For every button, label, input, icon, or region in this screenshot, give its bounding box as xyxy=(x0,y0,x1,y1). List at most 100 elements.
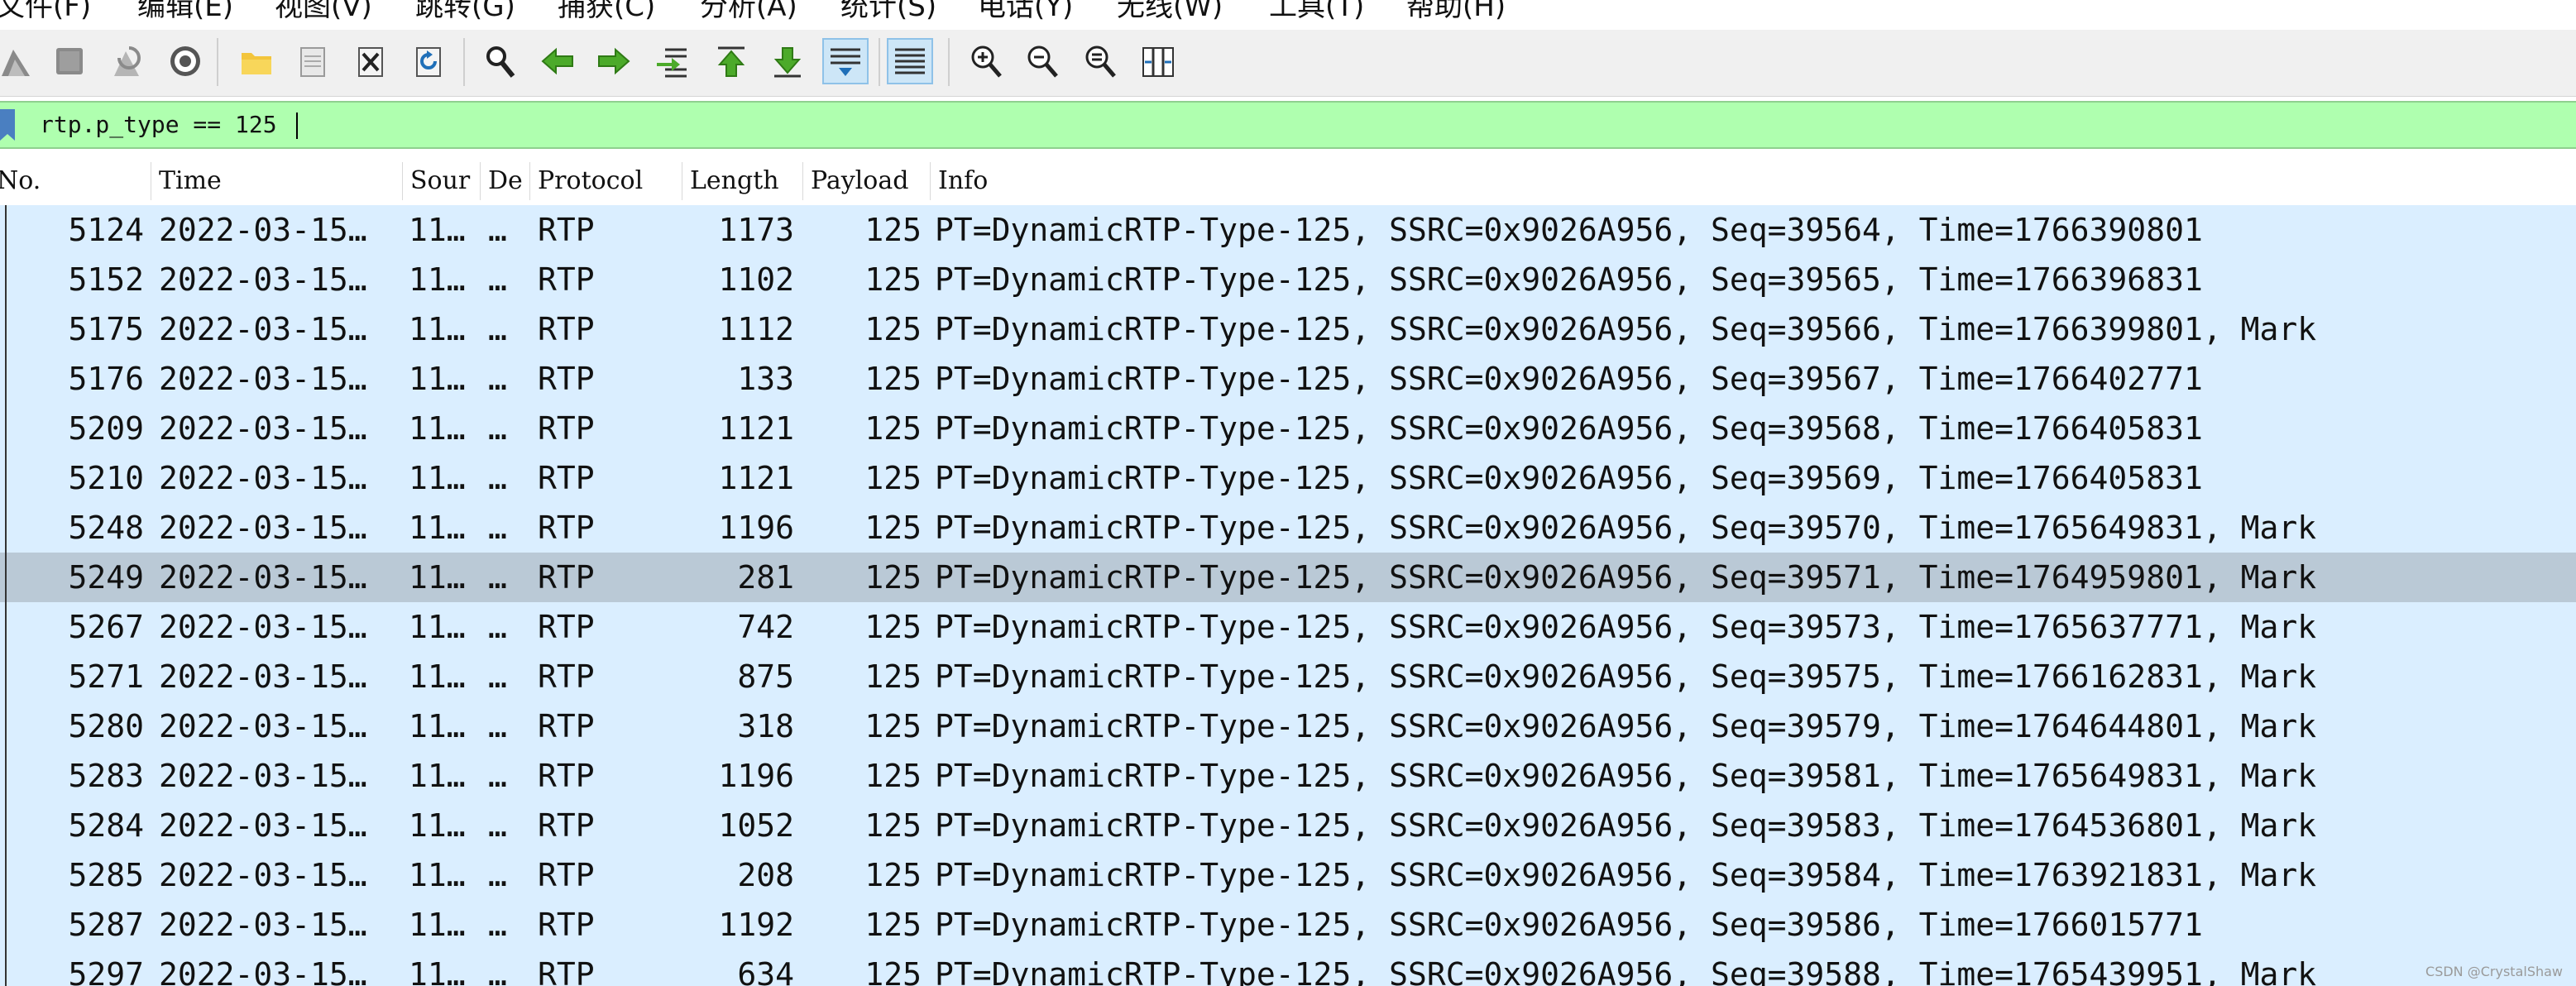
column-header-length[interactable]: Length xyxy=(682,157,802,205)
restart-fin-icon[interactable] xyxy=(103,38,149,84)
packet-no: 5280 xyxy=(68,708,144,744)
packet-row[interactable]: 5124 2022-03-15… 11… … RTP 1173 125 PT=D… xyxy=(0,205,2576,255)
bookmark-icon[interactable] xyxy=(0,109,17,141)
packet-length: 1196 xyxy=(718,510,794,546)
packet-row-selected[interactable]: 5249 2022-03-15… 11… … RTP 281 125 PT=Dy… xyxy=(0,553,2576,602)
packet-length: 1196 xyxy=(718,758,794,794)
packet-protocol: RTP xyxy=(538,609,595,645)
packet-row[interactable]: 5283 2022-03-15… 11… … RTP 1196 125 PT=D… xyxy=(0,751,2576,801)
packet-source: 11… xyxy=(409,410,466,447)
packet-info: PT=DynamicRTP-Type-125, SSRC=0x9026A956,… xyxy=(935,410,2203,447)
column-header-time[interactable]: Time xyxy=(151,157,402,205)
packet-time: 2022-03-15… xyxy=(159,460,367,496)
packet-no: 5176 xyxy=(68,361,144,397)
packet-payload: 125 xyxy=(864,956,922,986)
packet-payload: 125 xyxy=(864,510,922,546)
packet-length: 281 xyxy=(737,559,794,596)
packet-destination: … xyxy=(488,261,507,298)
watermark: CSDN @CrystalShaw xyxy=(2425,964,2563,979)
menu-statistics[interactable]: 统计(S) xyxy=(840,0,936,25)
packet-info: PT=DynamicRTP-Type-125, SSRC=0x9026A956,… xyxy=(935,907,2203,943)
menu-help[interactable]: 帮助(H) xyxy=(1406,0,1506,25)
packet-no: 5287 xyxy=(68,907,144,943)
go-last-packet-icon[interactable] xyxy=(764,38,811,84)
go-first-packet-icon[interactable] xyxy=(708,38,754,84)
packet-protocol: RTP xyxy=(538,361,595,397)
packet-time: 2022-03-15… xyxy=(159,857,367,893)
packet-info: PT=DynamicRTP-Type-125, SSRC=0x9026A956,… xyxy=(935,311,2317,347)
packet-payload: 125 xyxy=(864,907,922,943)
menu-go[interactable]: 跳转(G) xyxy=(415,0,515,25)
display-filter-input[interactable] xyxy=(30,106,2015,144)
packet-length: 875 xyxy=(737,658,794,695)
packet-row[interactable]: 5297 2022-03-15… 11… … RTP 634 125 PT=Dy… xyxy=(0,950,2576,986)
conversation-tree-line xyxy=(5,205,7,986)
packet-row[interactable]: 5152 2022-03-15… 11… … RTP 1102 125 PT=D… xyxy=(0,255,2576,304)
column-header-protocol[interactable]: Protocol xyxy=(529,157,682,205)
packet-row[interactable]: 5210 2022-03-15… 11… … RTP 1121 125 PT=D… xyxy=(0,453,2576,503)
packet-length: 1112 xyxy=(718,311,794,347)
menu-tools[interactable]: 工具(T) xyxy=(1269,0,1364,25)
find-magnifier-icon[interactable] xyxy=(476,38,523,84)
packet-info: PT=DynamicRTP-Type-125, SSRC=0x9026A956,… xyxy=(935,658,2317,695)
packet-info: PT=DynamicRTP-Type-125, SSRC=0x9026A956,… xyxy=(935,857,2317,893)
menu-file[interactable]: 文件(F) xyxy=(0,0,91,25)
go-forward-arrow-icon[interactable] xyxy=(591,38,637,84)
packet-payload: 125 xyxy=(864,212,922,248)
column-header-destination[interactable]: De xyxy=(480,157,529,205)
packet-destination: … xyxy=(488,658,507,695)
packet-protocol: RTP xyxy=(538,708,595,744)
menu-analyze[interactable]: 分析(A) xyxy=(700,0,797,25)
packet-row[interactable]: 5287 2022-03-15… 11… … RTP 1192 125 PT=D… xyxy=(0,900,2576,950)
packet-source: 11… xyxy=(409,956,466,986)
go-to-packet-icon[interactable] xyxy=(649,38,695,84)
shark-fin-start-icon[interactable] xyxy=(0,38,38,84)
packet-row[interactable]: 5267 2022-03-15… 11… … RTP 742 125 PT=Dy… xyxy=(0,602,2576,652)
column-header-source[interactable]: Sour xyxy=(402,157,480,205)
menu-bar: 文件(F) 编辑(E) 视图(V) 跳转(G) 捕获(C) 分析(A) 统计(S… xyxy=(0,0,2576,30)
packet-row[interactable]: 5176 2022-03-15… 11… … RTP 133 125 PT=Dy… xyxy=(0,354,2576,404)
menu-telephony[interactable]: 电话(Y) xyxy=(978,0,1073,25)
packet-row[interactable]: 5271 2022-03-15… 11… … RTP 875 125 PT=Dy… xyxy=(0,652,2576,701)
packet-protocol: RTP xyxy=(538,658,595,695)
packet-list[interactable]: 5124 2022-03-15… 11… … RTP 1173 125 PT=D… xyxy=(0,205,2576,986)
packet-no: 5284 xyxy=(68,807,144,844)
menu-capture[interactable]: 捕获(C) xyxy=(558,0,655,25)
reload-icon[interactable] xyxy=(405,38,452,84)
stop-square-icon[interactable] xyxy=(46,38,93,84)
packet-destination: … xyxy=(488,907,507,943)
packet-protocol: RTP xyxy=(538,460,595,496)
close-file-icon[interactable] xyxy=(347,38,394,84)
packet-payload: 125 xyxy=(864,311,922,347)
packet-time: 2022-03-15… xyxy=(159,907,367,943)
packet-row[interactable]: 5284 2022-03-15… 11… … RTP 1052 125 PT=D… xyxy=(0,801,2576,850)
packet-row[interactable]: 5209 2022-03-15… 11… … RTP 1121 125 PT=D… xyxy=(0,404,2576,453)
packet-row[interactable]: 5175 2022-03-15… 11… … RTP 1112 125 PT=D… xyxy=(0,304,2576,354)
packet-row[interactable]: 5248 2022-03-15… 11… … RTP 1196 125 PT=D… xyxy=(0,503,2576,553)
zoom-in-icon[interactable] xyxy=(963,38,1009,84)
packet-destination: … xyxy=(488,410,507,447)
zoom-out-icon[interactable] xyxy=(1019,38,1065,84)
resize-columns-icon[interactable] xyxy=(1135,38,1181,84)
packet-length: 1192 xyxy=(718,907,794,943)
packet-source: 11… xyxy=(409,212,466,248)
colorize-icon[interactable] xyxy=(887,38,933,84)
column-header-info[interactable]: Info xyxy=(930,157,2576,205)
menu-wireless[interactable]: 无线(W) xyxy=(1117,0,1223,25)
go-back-arrow-icon[interactable] xyxy=(534,38,581,84)
packet-row[interactable]: 5285 2022-03-15… 11… … RTP 208 125 PT=Dy… xyxy=(0,850,2576,900)
column-header-payload[interactable]: Payload xyxy=(802,157,930,205)
packet-time: 2022-03-15… xyxy=(159,311,367,347)
packet-length: 1173 xyxy=(718,212,794,248)
open-folder-icon[interactable] xyxy=(233,38,280,84)
packet-time: 2022-03-15… xyxy=(159,361,367,397)
menu-view[interactable]: 视图(V) xyxy=(275,0,372,25)
options-gear-icon[interactable] xyxy=(162,38,208,84)
packet-length: 1121 xyxy=(718,410,794,447)
autoscroll-icon[interactable] xyxy=(822,38,869,84)
save-file-icon[interactable] xyxy=(290,38,336,84)
menu-edit[interactable]: 编辑(E) xyxy=(137,0,233,25)
column-header-no[interactable]: No. xyxy=(0,157,151,205)
packet-row[interactable]: 5280 2022-03-15… 11… … RTP 318 125 PT=Dy… xyxy=(0,701,2576,751)
zoom-normal-icon[interactable] xyxy=(1077,38,1123,84)
